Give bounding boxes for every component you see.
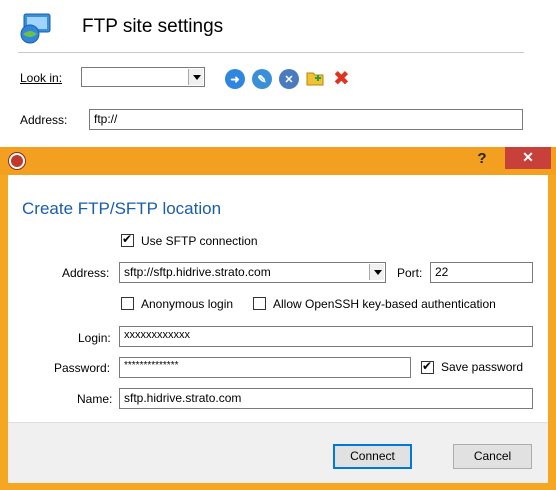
dialog-address-value: sftp://sftp.hidrive.strato.com xyxy=(124,265,271,279)
save-password-check[interactable] xyxy=(421,359,434,374)
chevron-down-icon[interactable] xyxy=(369,264,384,280)
dialog-address-combo[interactable]: sftp://sftp.hidrive.strato.com xyxy=(119,262,386,283)
address-input[interactable]: ftp:// xyxy=(89,109,523,130)
login-input[interactable]: xxxxxxxxxxxx xyxy=(119,326,533,347)
password-input[interactable]: ************** xyxy=(119,357,411,378)
divider xyxy=(18,52,524,53)
anonymous-login-label: Anonymous login xyxy=(141,297,234,311)
disconnect-icon[interactable]: ✕ xyxy=(279,69,299,89)
close-button[interactable]: ✕ xyxy=(505,147,551,169)
openssh-label: Allow OpenSSH key-based authentication xyxy=(273,297,496,311)
delete-icon[interactable]: ✖ xyxy=(333,66,350,90)
name-input[interactable]: sftp.hidrive.strato.com xyxy=(119,388,533,409)
ftp-site-icon xyxy=(20,12,56,44)
dialog-address-label: Address: xyxy=(62,266,110,280)
chevron-down-icon[interactable] xyxy=(188,69,203,85)
openssh-check[interactable] xyxy=(253,297,266,310)
help-button[interactable]: ? xyxy=(470,148,494,170)
new-folder-icon[interactable] xyxy=(306,70,324,86)
page-title: FTP site settings xyxy=(82,16,224,37)
anonymous-login-checkbox[interactable] xyxy=(121,297,134,313)
port-input[interactable]: 22 xyxy=(430,262,533,283)
port-label: Port: xyxy=(397,266,423,280)
use-sftp-label: Use SFTP connection xyxy=(141,234,258,248)
use-sftp-checkbox[interactable] xyxy=(121,232,134,250)
look-in-value xyxy=(82,68,86,82)
dialog-heading: Create FTP/SFTP location xyxy=(22,199,222,218)
name-label: Name: xyxy=(77,392,113,406)
address-label: Address: xyxy=(20,113,68,127)
openssh-checkbox[interactable] xyxy=(253,297,266,313)
use-sftp-check[interactable] xyxy=(121,232,134,247)
password-label: Password: xyxy=(54,361,111,375)
anonymous-login-check[interactable] xyxy=(121,297,134,310)
app-icon xyxy=(9,153,25,169)
login-label: Login: xyxy=(78,331,111,345)
save-password-checkbox[interactable] xyxy=(421,359,434,377)
cancel-button[interactable]: Cancel xyxy=(453,444,532,469)
look-in-label: Look in: xyxy=(20,71,63,85)
connect-button[interactable]: Connect xyxy=(333,444,412,469)
connect-icon[interactable]: ➜ xyxy=(225,69,245,89)
edit-icon[interactable]: ✎ xyxy=(252,69,272,89)
look-in-dropdown[interactable] xyxy=(81,67,205,87)
save-password-label: Save password xyxy=(441,360,524,374)
